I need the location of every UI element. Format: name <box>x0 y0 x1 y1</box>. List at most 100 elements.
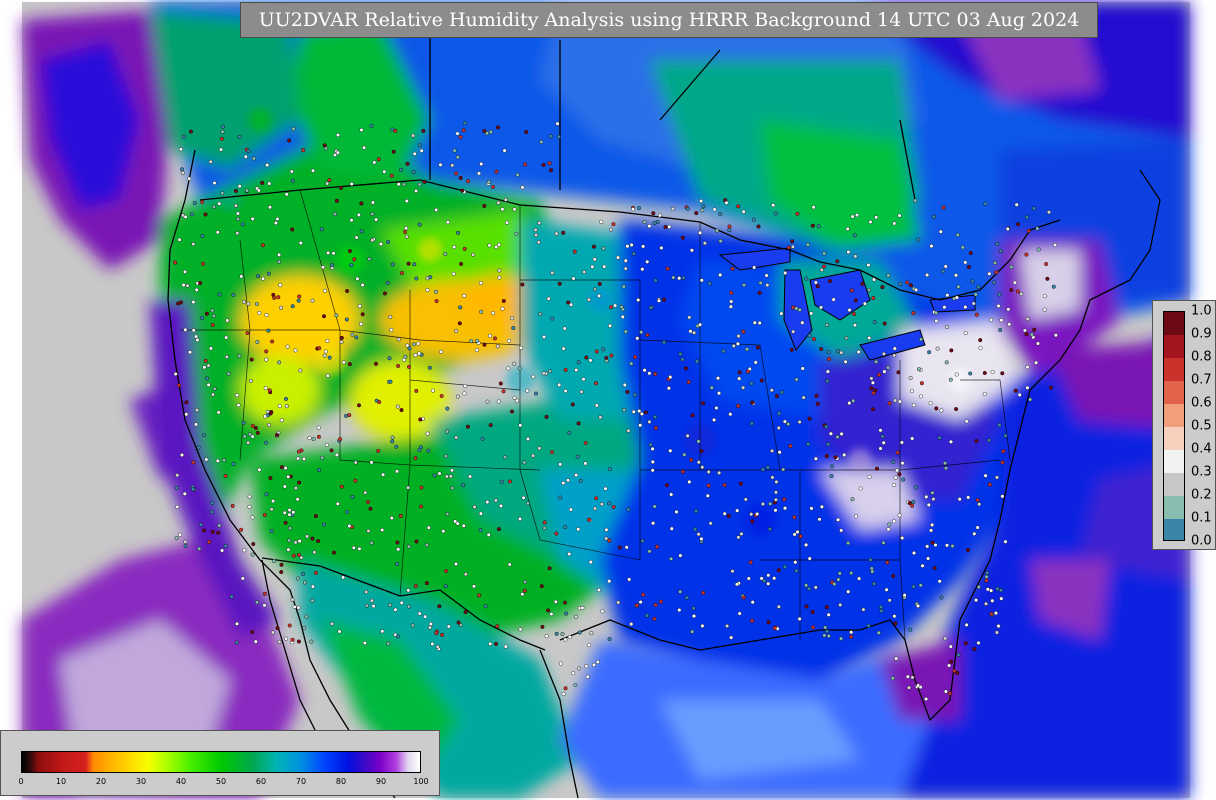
observation-dot <box>563 637 568 642</box>
observation-dot <box>253 639 258 644</box>
observation-dot <box>869 386 874 391</box>
observation-dot <box>394 444 399 449</box>
observation-dot <box>916 683 921 688</box>
observation-dot <box>880 285 885 290</box>
observation-dot <box>443 251 448 256</box>
observation-dot <box>518 516 523 521</box>
observation-dot <box>635 603 640 608</box>
observation-dot <box>222 458 227 463</box>
observation-dot <box>616 255 621 260</box>
observation-dot <box>954 295 959 300</box>
observation-dot <box>517 366 522 371</box>
observation-dot <box>210 392 215 397</box>
observation-dot <box>183 544 188 549</box>
observation-dot <box>680 235 685 240</box>
observation-dot <box>407 364 412 369</box>
observation-dot <box>350 332 355 337</box>
observation-dot <box>507 338 512 343</box>
observation-dot <box>871 407 876 412</box>
observation-dot <box>194 334 199 339</box>
observation-dot <box>947 663 952 668</box>
observation-dot <box>263 414 268 419</box>
observation-dot <box>181 283 186 288</box>
observation-dot <box>894 656 899 661</box>
observation-dot <box>583 461 588 466</box>
observation-dot <box>501 299 506 304</box>
observation-dot <box>651 521 656 526</box>
observation-dot <box>175 473 180 478</box>
observation-dot <box>856 349 861 354</box>
observation-dot <box>773 497 778 502</box>
observation-dot <box>194 422 199 427</box>
observation-dot <box>277 404 282 409</box>
observation-dot <box>560 632 565 637</box>
observation-dot <box>250 552 255 557</box>
observation-dot <box>539 139 544 144</box>
observation-dot <box>233 188 238 193</box>
observation-dot <box>910 389 915 394</box>
observation-dot <box>194 408 199 413</box>
observation-dot <box>287 623 292 628</box>
observation-dot <box>563 600 568 605</box>
observation-dot <box>241 299 246 304</box>
observation-dot <box>254 302 259 307</box>
observation-dot <box>624 545 629 550</box>
observation-dot <box>393 607 398 612</box>
observation-dot <box>826 634 831 639</box>
observation-dot <box>541 162 546 167</box>
observation-dot <box>974 439 979 444</box>
observation-dot <box>868 557 873 562</box>
observation-dot <box>884 587 889 592</box>
observation-dot <box>746 576 751 581</box>
observation-dot <box>629 242 634 247</box>
observation-dot <box>712 417 717 422</box>
observation-dot <box>339 335 344 340</box>
observation-dot <box>268 205 273 210</box>
observation-dot <box>900 536 905 541</box>
observation-dot <box>322 522 327 527</box>
observation-dot <box>846 589 851 594</box>
observation-dot <box>1026 228 1031 233</box>
observation-dot <box>217 201 222 206</box>
observation-dot <box>428 621 433 626</box>
observation-dot <box>212 386 217 391</box>
observation-dot <box>797 616 802 621</box>
observation-dot <box>399 271 404 276</box>
observation-dot <box>910 675 915 680</box>
observation-dot <box>641 244 646 249</box>
observation-dot <box>482 342 487 347</box>
observation-dot <box>191 328 196 333</box>
obs-colorbar-cell <box>1164 404 1184 427</box>
observation-dot <box>511 326 516 331</box>
observation-dot <box>242 434 247 439</box>
observation-dot <box>846 249 851 254</box>
observation-dot <box>623 258 628 263</box>
observation-dot <box>919 394 924 399</box>
observation-dot <box>471 252 476 257</box>
observation-dot <box>472 505 477 510</box>
observation-dot <box>968 371 973 376</box>
observation-dot <box>386 641 391 646</box>
observation-dot <box>246 440 251 445</box>
observation-dot <box>537 220 542 225</box>
observation-dot <box>1016 222 1021 227</box>
observation-dot <box>882 321 887 326</box>
observation-dot <box>908 627 913 632</box>
observation-dot <box>282 484 287 489</box>
observation-dot <box>1017 392 1022 397</box>
observation-dot <box>874 359 879 364</box>
observation-dot <box>403 229 408 234</box>
observation-dot <box>662 297 667 302</box>
observation-dot <box>549 612 554 617</box>
observation-dot <box>496 125 501 130</box>
observation-dot <box>291 510 296 515</box>
observation-dot <box>544 414 549 419</box>
obs-tick: 0.7 <box>1191 372 1212 388</box>
observation-dot <box>657 298 662 303</box>
observation-dot <box>404 234 409 239</box>
observation-dot <box>424 581 429 586</box>
observation-dot <box>804 542 809 547</box>
observation-dot <box>836 577 841 582</box>
observation-dot <box>188 129 193 134</box>
observation-dot <box>297 294 302 299</box>
